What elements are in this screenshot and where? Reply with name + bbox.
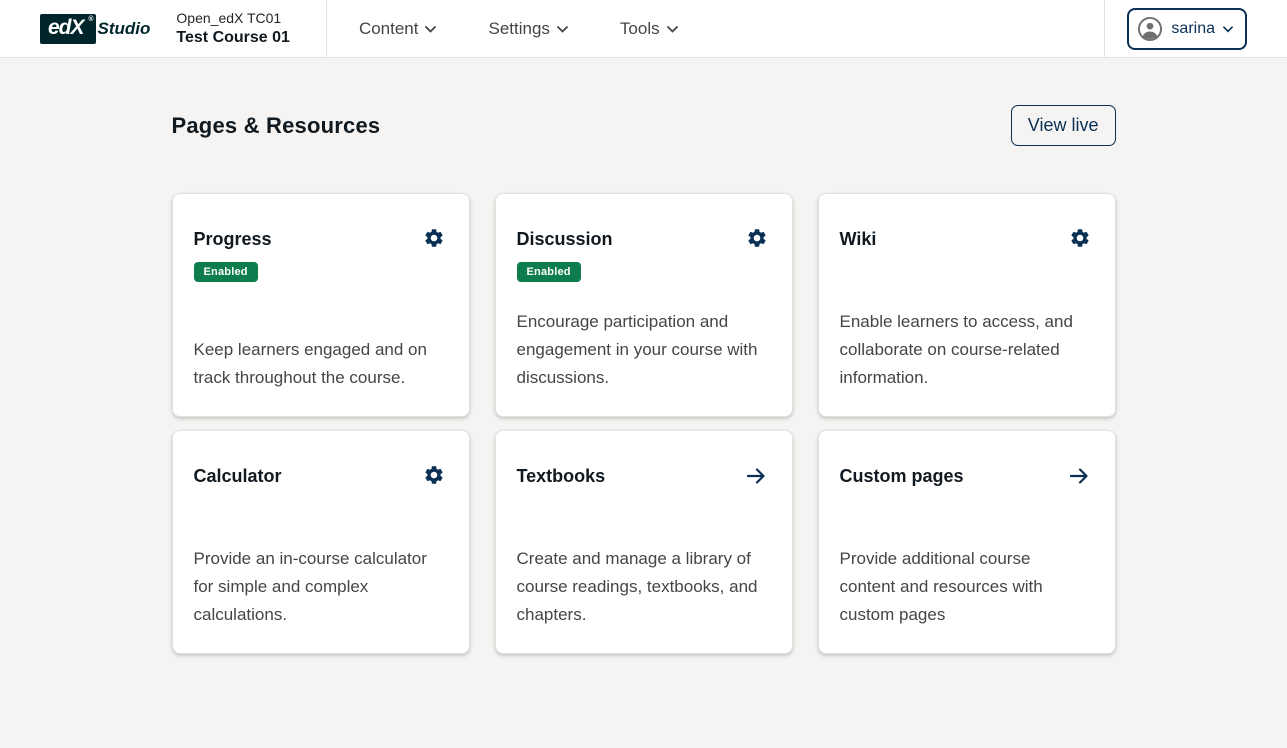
chevron-down-icon	[557, 26, 568, 33]
card-title: Wiki	[840, 227, 877, 250]
card-grid: Progress Enabled Keep learners engaged a…	[172, 193, 1116, 654]
gear-icon	[1069, 227, 1091, 249]
status-badge: Enabled	[194, 262, 258, 282]
open-page-button[interactable]	[1067, 464, 1091, 488]
card-description: Encourage participation and engagement i…	[517, 308, 768, 392]
title-row: Pages & Resources View live	[172, 105, 1116, 146]
main-nav: Content Settings Tools	[345, 0, 1104, 57]
header-divider	[326, 0, 327, 57]
nav-item-label: Settings	[488, 19, 549, 39]
course-info: Open_edX TC01 Test Course 01	[176, 0, 290, 57]
settings-button[interactable]	[423, 464, 445, 486]
nav-item-label: Content	[359, 19, 419, 39]
nav-item-settings[interactable]: Settings	[474, 9, 581, 49]
card-wiki[interactable]: Wiki Enable learners to access, and coll…	[818, 193, 1116, 417]
card-custom-pages[interactable]: Custom pages Provide additional course c…	[818, 430, 1116, 654]
gear-icon	[746, 227, 768, 249]
avatar-icon	[1137, 16, 1163, 42]
card-description: Enable learners to access, and collabora…	[840, 308, 1091, 392]
card-title: Calculator	[194, 464, 282, 487]
card-title: Custom pages	[840, 464, 964, 487]
settings-button[interactable]	[423, 227, 445, 249]
card-description: Keep learners engaged and on track throu…	[194, 336, 445, 392]
chevron-down-icon	[1223, 26, 1233, 33]
chevron-down-icon	[425, 26, 436, 33]
card-description: Provide additional course content and re…	[840, 545, 1091, 629]
open-page-button[interactable]	[744, 464, 768, 488]
card-description: Create and manage a library of course re…	[517, 545, 768, 629]
arrow-right-icon	[744, 464, 768, 488]
pages-resources-main: Pages & Resources View live Progress Ena…	[172, 105, 1116, 654]
card-description: Provide an in-course calculator for simp…	[194, 545, 445, 629]
card-calculator[interactable]: Calculator Provide an in-course calculat…	[172, 430, 470, 654]
page-title: Pages & Resources	[172, 113, 381, 139]
card-discussion[interactable]: Discussion Enabled Encourage participati…	[495, 193, 793, 417]
settings-button[interactable]	[746, 227, 768, 249]
card-title: Textbooks	[517, 464, 606, 487]
status-badge: Enabled	[517, 262, 581, 282]
settings-button[interactable]	[1069, 227, 1091, 249]
user-menu-button[interactable]: sarina	[1127, 8, 1247, 50]
card-progress[interactable]: Progress Enabled Keep learners engaged a…	[172, 193, 470, 417]
card-title: Discussion	[517, 227, 613, 250]
top-header: edX® Studio Open_edX TC01 Test Course 01…	[0, 0, 1287, 58]
nav-item-tools[interactable]: Tools	[606, 9, 692, 49]
arrow-right-icon	[1067, 464, 1091, 488]
chevron-down-icon	[667, 26, 678, 33]
card-title: Progress	[194, 227, 272, 250]
gear-icon	[423, 227, 445, 249]
edx-logo: edX®	[40, 14, 96, 44]
studio-logo[interactable]: edX® Studio	[0, 0, 150, 57]
username: sarina	[1171, 20, 1215, 38]
user-area: sarina	[1104, 0, 1287, 57]
registered-mark: ®	[88, 16, 92, 23]
nav-item-content[interactable]: Content	[345, 9, 451, 49]
course-org-number: Open_edX TC01	[176, 9, 290, 27]
gear-icon	[423, 464, 445, 486]
course-title: Test Course 01	[176, 27, 290, 48]
nav-item-label: Tools	[620, 19, 660, 39]
studio-logo-label: Studio	[92, 19, 151, 39]
view-live-button[interactable]: View live	[1011, 105, 1116, 146]
card-textbooks[interactable]: Textbooks Create and manage a library of…	[495, 430, 793, 654]
header-divider	[1104, 0, 1105, 57]
